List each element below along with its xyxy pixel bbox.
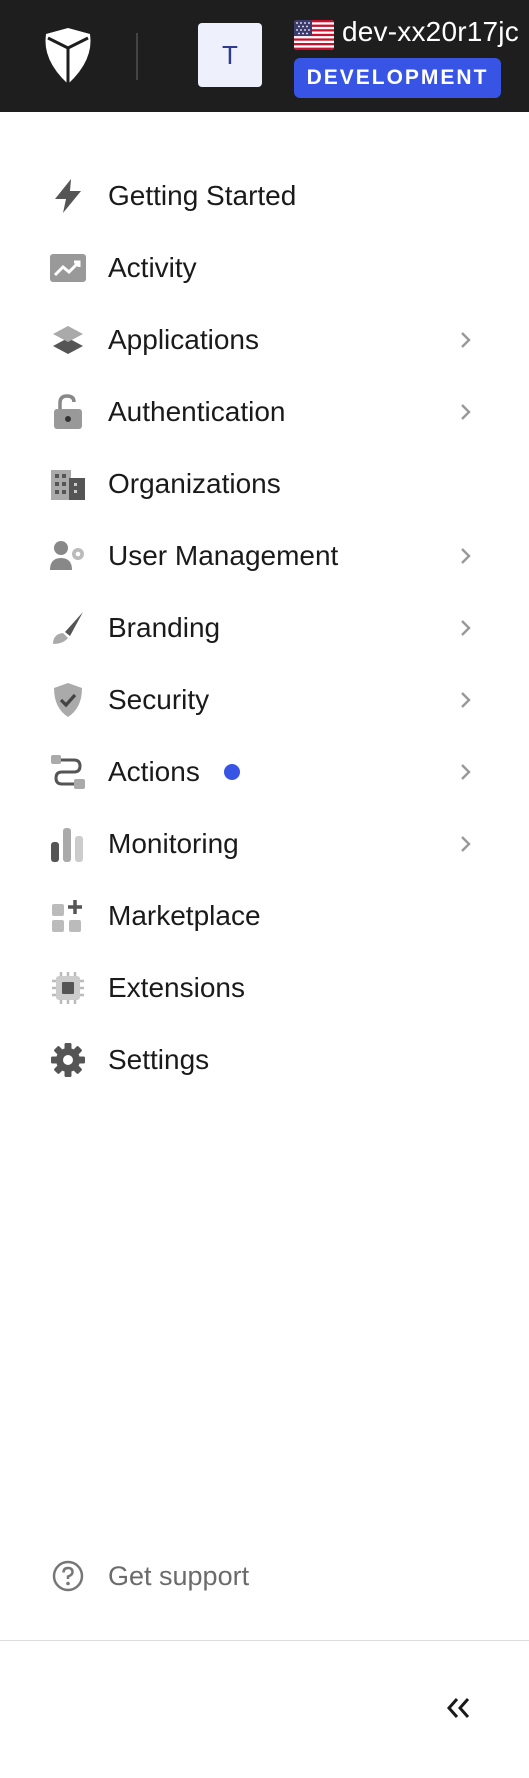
chevron-right-icon <box>461 548 471 564</box>
sidebar-item-label: Extensions <box>108 972 245 1003</box>
sidebar-item-actions[interactable]: Actions <box>0 736 529 808</box>
sidebar-nav: Getting Started Activity Applications Au… <box>0 160 529 1096</box>
us-flag-icon <box>294 20 334 50</box>
sidebar-item-user-management[interactable]: User Management <box>0 520 529 592</box>
footer-divider <box>0 1640 529 1641</box>
auth0-logo-icon[interactable] <box>40 26 96 86</box>
chevron-right-icon <box>461 836 471 852</box>
top-bar: T dev-xx20r17jc DEVELOPMENT <box>0 0 529 112</box>
unlocked-padlock-icon <box>48 394 88 430</box>
sidebar-item-settings[interactable]: Settings <box>0 1024 529 1096</box>
sidebar-item-label: User Management <box>108 540 339 571</box>
sidebar-item-applications[interactable]: Applications <box>0 304 529 376</box>
sidebar-item-label: Actions <box>108 756 200 787</box>
question-circle-icon <box>52 1560 84 1592</box>
environment-badge: DEVELOPMENT <box>294 58 501 98</box>
buildings-icon <box>48 466 88 502</box>
lightning-icon <box>48 178 88 214</box>
sidebar-item-label: Organizations <box>108 468 281 499</box>
header-divider <box>136 33 138 80</box>
layers-icon <box>48 322 88 358</box>
sidebar-item-label: Branding <box>108 612 221 643</box>
paintbrush-icon <box>48 610 88 646</box>
sidebar-item-label: Applications <box>108 324 259 355</box>
sidebar-item-monitoring[interactable]: Monitoring <box>0 808 529 880</box>
tenant-name[interactable]: dev-xx20r17jc <box>342 16 519 48</box>
sidebar-item-label: Monitoring <box>108 828 239 859</box>
get-support-link[interactable]: Get support <box>0 1540 529 1612</box>
chevron-right-icon <box>461 404 471 420</box>
sidebar-item-label: Marketplace <box>108 900 261 931</box>
sidebar-item-label: Authentication <box>108 396 286 427</box>
trending-chart-icon <box>48 250 88 286</box>
sidebar-item-activity[interactable]: Activity <box>0 232 529 304</box>
chevron-right-icon <box>461 764 471 780</box>
sidebar-item-label: Security <box>108 684 210 715</box>
sidebar-item-security[interactable]: Security <box>0 664 529 736</box>
sidebar-item-label: Getting Started <box>108 180 297 211</box>
chevron-right-icon <box>461 620 471 636</box>
bar-chart-icon <box>48 826 88 862</box>
user-gear-icon <box>48 538 88 574</box>
new-indicator-dot <box>224 764 240 780</box>
chip-icon <box>48 970 88 1006</box>
sidebar-item-getting-started[interactable]: Getting Started <box>0 160 529 232</box>
shield-check-icon <box>48 682 88 718</box>
sidebar-item-label: Activity <box>108 252 197 283</box>
gear-icon <box>48 1042 88 1078</box>
double-chevron-left-icon[interactable] <box>442 1692 474 1724</box>
sidebar-item-marketplace[interactable]: Marketplace <box>0 880 529 952</box>
tenant-avatar[interactable]: T <box>198 23 262 87</box>
chevron-right-icon <box>461 692 471 708</box>
sidebar-item-branding[interactable]: Branding <box>0 592 529 664</box>
sidebar-item-extensions[interactable]: Extensions <box>0 952 529 1024</box>
flow-icon <box>48 754 88 790</box>
sidebar-item-authentication[interactable]: Authentication <box>0 376 529 448</box>
chevron-right-icon <box>461 332 471 348</box>
sidebar-item-organizations[interactable]: Organizations <box>0 448 529 520</box>
sidebar-item-label: Settings <box>108 1044 210 1075</box>
add-grid-icon <box>48 898 88 934</box>
get-support-label: Get support <box>108 1561 250 1591</box>
